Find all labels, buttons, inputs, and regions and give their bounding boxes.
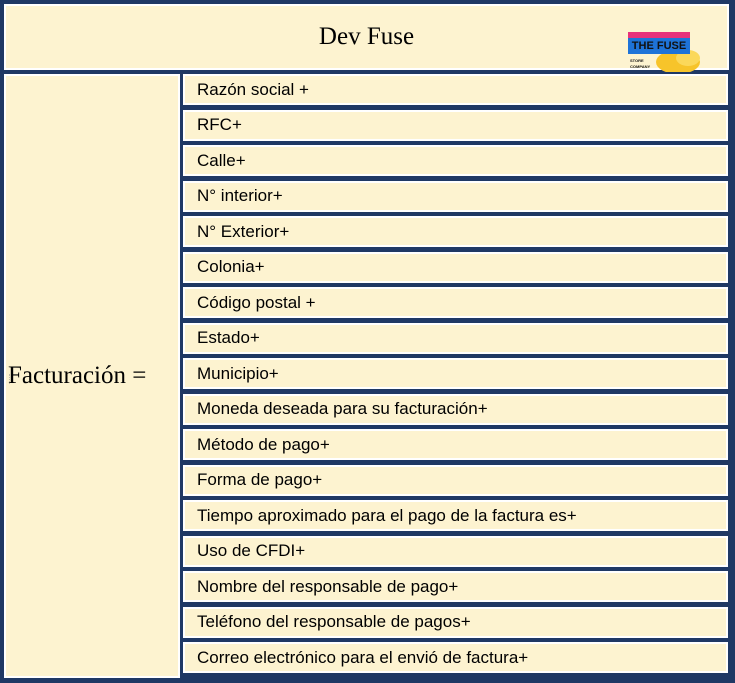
logo-subtext-1: STORE (630, 58, 644, 63)
logo-subtext-2: COMPANY (630, 64, 650, 69)
field-uso-cfdi: Uso de CFDI+ (183, 535, 728, 567)
field-codigo-postal: Código postal + (183, 287, 728, 318)
logo-text: THE FUSE (632, 40, 686, 52)
page-title: Dev Fuse (318, 23, 415, 50)
field-rfc: RFC+ (183, 109, 728, 141)
field-tiempo-pago: Tiempo aproximado para el pago de la fac… (183, 500, 728, 531)
field-metodo-pago: Método de pago+ (183, 429, 728, 460)
field-municipio: Municipio+ (183, 358, 728, 389)
field-moneda: Moneda deseada para su facturación+ (183, 393, 728, 425)
field-numero-interior: N° interior+ (183, 180, 728, 212)
field-estado: Estado+ (183, 322, 728, 354)
field-colonia: Colonia+ (183, 251, 728, 283)
field-calle: Calle+ (183, 145, 728, 176)
cell-marker (9, 374, 14, 384)
field-correo-factura: Correo electrónico para el envió de fact… (183, 642, 728, 673)
field-telefono-responsable: Teléfono del responsable de pagos+ (183, 606, 728, 638)
field-numero-exterior: N° Exterior+ (183, 216, 728, 247)
the-fuse-logo: THE FUSE STORE COMPANY (628, 32, 700, 72)
facturacion-label: Facturación = (8, 362, 147, 389)
facturacion-cell: Facturación = (4, 74, 180, 678)
field-razon-social: Razón social + (183, 74, 728, 105)
field-responsable-pago: Nombre del responsable de pago+ (183, 571, 728, 602)
invoice-table: Dev Fuse THE FUSE STORE COMPANY Facturac… (0, 0, 735, 683)
table-header: Dev Fuse THE FUSE STORE COMPANY (4, 4, 729, 72)
field-forma-pago: Forma de pago+ (183, 464, 728, 496)
